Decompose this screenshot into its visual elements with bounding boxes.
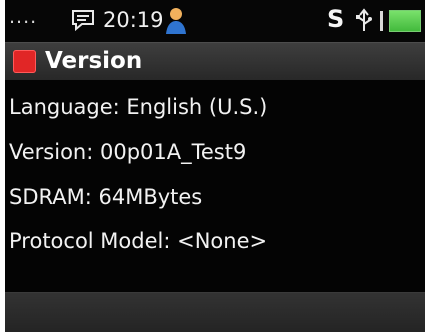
sync-icon: S bbox=[327, 5, 345, 33]
bottom-softkey-bar bbox=[5, 292, 425, 332]
language-row: Language: English (U.S.) bbox=[9, 95, 268, 119]
page-title: Version bbox=[45, 48, 143, 74]
version-icon bbox=[13, 50, 36, 73]
signal-icon bbox=[380, 11, 383, 31]
device-screen: .... 20:19 S Version Language: English (… bbox=[5, 0, 425, 332]
message-icon bbox=[72, 10, 94, 31]
version-row: Version: 00p01A_Test9 bbox=[9, 140, 247, 164]
status-time: 20:19 bbox=[103, 8, 164, 32]
version-details: Language: English (U.S.) Version: 00p01A… bbox=[5, 80, 425, 292]
status-dots: .... bbox=[9, 6, 38, 28]
battery-icon bbox=[389, 10, 421, 32]
usb-icon bbox=[356, 8, 372, 31]
status-bar: .... 20:19 S bbox=[5, 0, 425, 42]
person-icon bbox=[166, 8, 186, 34]
protocol-model-row: Protocol Model: <None> bbox=[9, 229, 268, 253]
title-bar: Version bbox=[5, 42, 425, 80]
sdram-row: SDRAM: 64MBytes bbox=[9, 185, 203, 209]
